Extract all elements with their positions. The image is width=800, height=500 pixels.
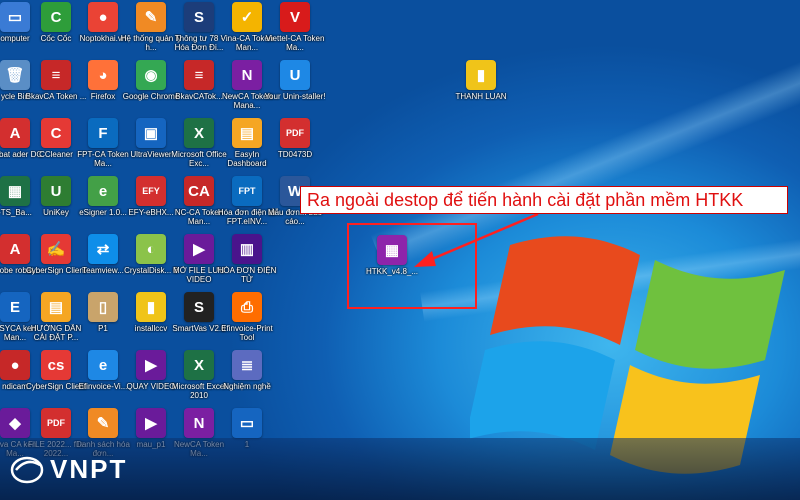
vnpt-logo: VNPT: [10, 454, 127, 485]
instruction-callout: Ra ngoài destop để tiến hành cài đặt phầ…: [300, 186, 788, 214]
brand-name: VNPT: [50, 454, 128, 484]
arrow-icon: [414, 212, 539, 267]
desktop-background: ▭ omputer C Cốc Cốc ● Noptokhai.vn ✎ Hệ thống q…: [0, 0, 800, 500]
vnpt-logo-icon: [10, 456, 44, 483]
